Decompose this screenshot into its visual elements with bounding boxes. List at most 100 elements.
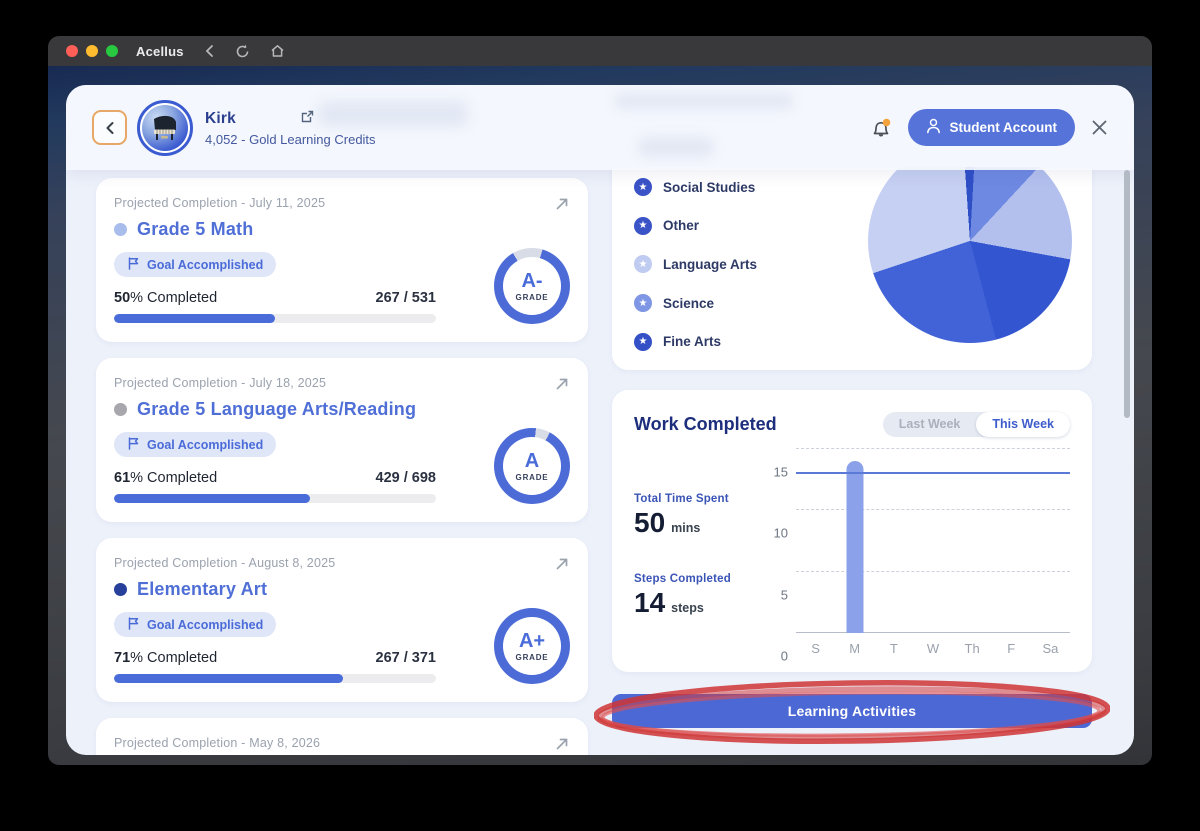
steps-completed-unit: steps bbox=[671, 601, 704, 615]
percent-completed-label: % Completed bbox=[130, 650, 217, 666]
y-axis-labels: 151050 bbox=[766, 449, 796, 656]
total-time-unit: mins bbox=[671, 521, 700, 535]
percent-completed-value: 71 bbox=[114, 650, 130, 666]
gridline bbox=[796, 509, 1070, 510]
legend-item: ★ Language Arts bbox=[634, 245, 757, 284]
day-label: M bbox=[835, 641, 874, 656]
week-toggle[interactable]: Last Week This Week bbox=[883, 412, 1070, 437]
gridline bbox=[796, 448, 1070, 449]
flag-icon bbox=[127, 617, 140, 633]
percent-completed-label: % Completed bbox=[130, 290, 217, 306]
legend-item: ★ Science bbox=[634, 284, 757, 323]
badge-label: Goal Accomplished bbox=[147, 438, 263, 452]
flag-icon bbox=[127, 257, 140, 273]
app-header: Kirk 4,052 - Gold Learning Credits bbox=[66, 85, 1134, 170]
average-reference-line bbox=[796, 472, 1070, 474]
open-course-arrow-icon[interactable] bbox=[554, 376, 570, 397]
percent-completed-value: 61 bbox=[114, 470, 130, 486]
learning-credits: 4,052 - Gold Learning Credits bbox=[205, 132, 376, 147]
y-tick-label: 0 bbox=[781, 649, 788, 664]
steps-bar bbox=[846, 461, 863, 633]
course-status-dot bbox=[114, 223, 127, 236]
subjects-pie-chart bbox=[868, 167, 1072, 343]
window-body: Projected Completion - July 11, 2025 Gra… bbox=[48, 66, 1152, 765]
notifications-bell-button[interactable] bbox=[870, 116, 892, 140]
close-window-button[interactable] bbox=[66, 45, 78, 57]
stats-column: ★ Social Studies ★ Other ★ Language Arts bbox=[612, 85, 1092, 728]
course-title: Grade 5 Math bbox=[137, 219, 253, 240]
star-icon: ★ bbox=[634, 333, 652, 351]
goal-accomplished-badge: Goal Accomplished bbox=[114, 252, 276, 277]
legend-label: Science bbox=[663, 296, 714, 311]
grade-caption: GRADE bbox=[516, 293, 549, 302]
course-card-language-arts[interactable]: Projected Completion - July 18, 2025 Gra… bbox=[96, 358, 588, 522]
zoom-window-button[interactable] bbox=[106, 45, 118, 57]
legend-label: Language Arts bbox=[663, 257, 757, 272]
work-completed-title: Work Completed bbox=[634, 414, 777, 435]
grade-letter: A bbox=[525, 451, 539, 471]
course-card-grade5-math[interactable]: Projected Completion - July 11, 2025 Gra… bbox=[96, 178, 588, 342]
work-completed-card: Work Completed Last Week This Week Total… bbox=[612, 390, 1092, 672]
courses-column: Projected Completion - July 11, 2025 Gra… bbox=[96, 178, 588, 755]
home-icon[interactable] bbox=[270, 44, 285, 58]
star-icon: ★ bbox=[634, 178, 652, 196]
grade-caption: GRADE bbox=[516, 473, 549, 482]
badge-label: Goal Accomplished bbox=[147, 618, 263, 632]
grade-letter: A- bbox=[521, 271, 542, 291]
steps-fraction: 267 / 371 bbox=[376, 650, 436, 666]
legend-label: Social Studies bbox=[663, 180, 755, 195]
plot-area bbox=[796, 449, 1070, 633]
toggle-last-week[interactable]: Last Week bbox=[883, 412, 977, 437]
total-time-label: Total Time Spent bbox=[634, 493, 766, 505]
goal-accomplished-badge: Goal Accomplished bbox=[114, 432, 276, 457]
legend-item: ★ Fine Arts bbox=[634, 322, 757, 361]
progress-fill bbox=[114, 494, 310, 503]
student-account-button[interactable]: Student Account bbox=[908, 109, 1076, 146]
course-card-next[interactable]: Projected Completion - May 8, 2026 bbox=[96, 718, 588, 755]
day-label: Th bbox=[953, 641, 992, 656]
legend-label: Other bbox=[663, 218, 699, 233]
star-icon: ★ bbox=[634, 255, 652, 273]
progress-track bbox=[114, 314, 436, 323]
course-status-dot bbox=[114, 403, 127, 416]
projected-completion: Projected Completion - July 18, 2025 bbox=[114, 376, 570, 390]
toggle-this-week[interactable]: This Week bbox=[976, 412, 1070, 437]
legend-item: ★ Social Studies bbox=[634, 168, 757, 207]
day-label: W bbox=[913, 641, 952, 656]
minimize-window-button[interactable] bbox=[86, 45, 98, 57]
steps-fraction: 429 / 698 bbox=[376, 470, 436, 486]
x-axis-day-labels: SMTWThFSa bbox=[796, 641, 1070, 656]
progress-fill bbox=[114, 674, 343, 683]
flag-icon bbox=[127, 437, 140, 453]
open-course-arrow-icon[interactable] bbox=[554, 736, 570, 755]
grade-caption: GRADE bbox=[516, 653, 549, 662]
progress-track bbox=[114, 674, 436, 683]
percent-completed-value: 50 bbox=[114, 290, 130, 306]
dashboard-panel: Projected Completion - July 11, 2025 Gra… bbox=[66, 85, 1134, 755]
steps-completed-value: 14 bbox=[634, 587, 665, 619]
back-button[interactable] bbox=[92, 110, 127, 145]
day-label: F bbox=[992, 641, 1031, 656]
course-status-dot bbox=[114, 583, 127, 596]
open-course-arrow-icon[interactable] bbox=[554, 196, 570, 217]
weekly-bar-chart: 151050 SMTWThFSa bbox=[766, 449, 1070, 656]
day-label: S bbox=[796, 641, 835, 656]
grade-ring: A- GRADE bbox=[494, 248, 570, 324]
course-title: Grade 5 Language Arts/Reading bbox=[137, 399, 416, 420]
progress-fill bbox=[114, 314, 275, 323]
external-link-icon[interactable] bbox=[300, 109, 315, 129]
grade-ring: A GRADE bbox=[494, 428, 570, 504]
refresh-icon[interactable] bbox=[235, 44, 250, 59]
course-card-elementary-art[interactable]: Projected Completion - August 8, 2025 El… bbox=[96, 538, 588, 702]
account-button-label: Student Account bbox=[950, 120, 1058, 135]
scrollbar-thumb[interactable] bbox=[1124, 170, 1130, 418]
pie-legend: ★ Social Studies ★ Other ★ Language Arts bbox=[634, 168, 757, 361]
close-panel-button[interactable] bbox=[1091, 119, 1108, 136]
learning-activities-button[interactable]: Learning Activities bbox=[612, 694, 1092, 728]
back-nav-icon[interactable] bbox=[204, 44, 215, 58]
day-label: T bbox=[874, 641, 913, 656]
grade-ring: A+ GRADE bbox=[494, 608, 570, 684]
work-stats: Total Time Spent 50 mins Steps Completed… bbox=[634, 449, 766, 656]
total-time-value: 50 bbox=[634, 507, 665, 539]
open-course-arrow-icon[interactable] bbox=[554, 556, 570, 577]
